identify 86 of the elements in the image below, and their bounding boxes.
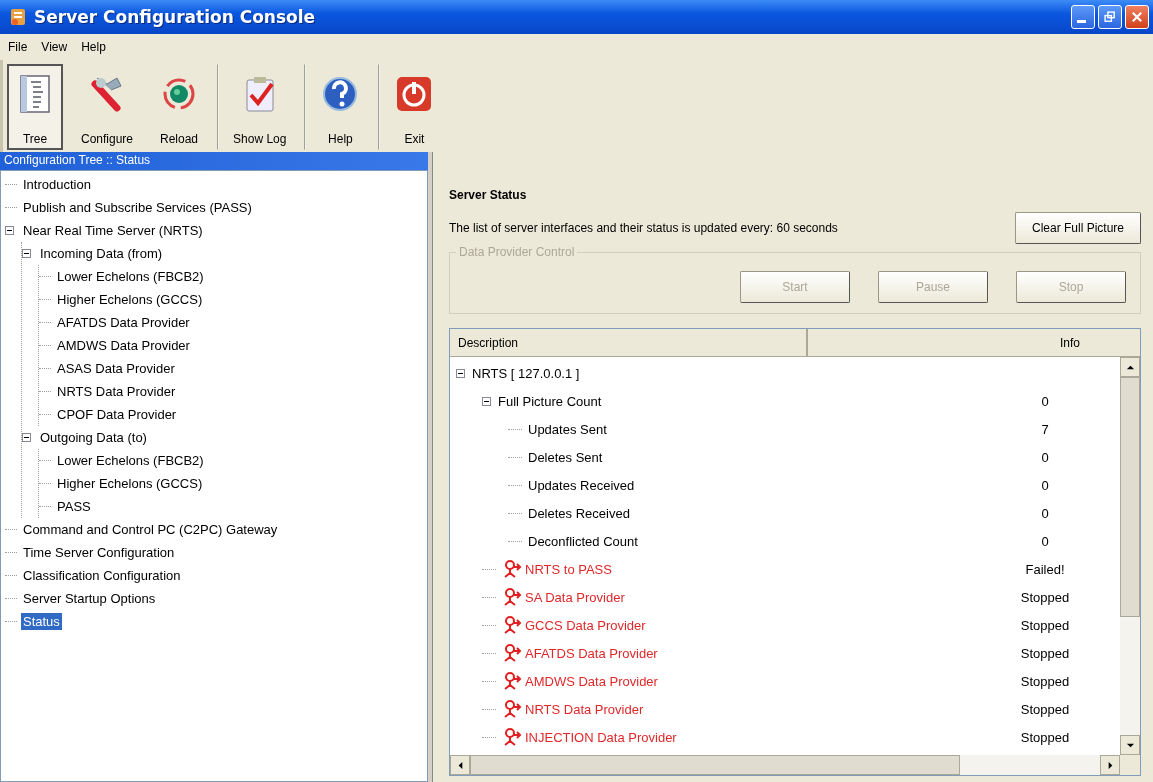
tree-item[interactable]: Status [21, 613, 62, 630]
restore-icon [1103, 10, 1117, 24]
collapse-icon[interactable] [22, 433, 31, 442]
list-item[interactable]: Deletes Sent [528, 449, 603, 465]
clear-full-picture-button[interactable]: Clear Full Picture [1014, 212, 1141, 244]
tree-item[interactable]: Introduction [21, 176, 93, 193]
app-icon [8, 7, 28, 27]
group-title: Data Provider Control [456, 245, 578, 259]
tree-item[interactable]: NRTS Data Provider [55, 383, 178, 400]
menu-item[interactable]: View [41, 40, 68, 54]
update-interval-text: The list of server interfaces and their status is updated every: 60 seconds [449, 221, 838, 235]
list-item[interactable]: SA Data Provider [525, 589, 625, 605]
info-value: Stopped [1020, 645, 1070, 661]
toolbar-button[interactable]: Tree [7, 64, 63, 150]
list-item[interactable]: NRTS [ 127.0.0.1 ] [472, 365, 580, 381]
tree-item[interactable]: Lower Echelons (FBCB2) [55, 268, 206, 285]
info-value: 0 [1041, 477, 1049, 493]
info-value: 0 [1041, 533, 1049, 549]
info-value: 0 [1041, 505, 1049, 521]
list-item[interactable]: Full Picture Count [498, 393, 602, 409]
toolbar-button[interactable]: Reload [151, 64, 208, 150]
column-header[interactable]: Info [808, 329, 1140, 356]
horizontal-scrollbar[interactable] [450, 755, 1140, 775]
tree-item[interactable]: ASAS Data Provider [55, 360, 177, 377]
tree-item[interactable]: Incoming Data (from) [38, 245, 165, 262]
tree-item[interactable]: Near Real Time Server (NRTS) [21, 222, 205, 239]
minimize-icon [1076, 19, 1086, 23]
tree-item[interactable]: Classification Configuration [21, 567, 183, 584]
tree-item[interactable]: AMDWS Data Provider [55, 337, 192, 354]
section-heading: Server Status [449, 188, 528, 202]
collapse-icon[interactable] [5, 226, 14, 235]
toolbar-button[interactable]: Help [304, 64, 369, 150]
collapse-icon[interactable] [22, 249, 31, 258]
alert-user-icon [502, 643, 522, 663]
tree-item[interactable]: Higher Echelons (GCCS) [55, 475, 205, 492]
vertical-scrollbar[interactable] [1120, 357, 1140, 755]
tree-item[interactable]: Higher Echelons (GCCS) [55, 291, 205, 308]
info-value: Stopped [1020, 589, 1070, 605]
close-icon [1130, 10, 1144, 24]
tree-item[interactable]: Lower Echelons (FBCB2) [55, 452, 206, 469]
list-item[interactable]: AMDWS Data Provider [525, 673, 658, 689]
menu-item[interactable]: File [8, 40, 28, 54]
info-value: Failed! [1025, 561, 1065, 577]
list-item[interactable]: Updates Received [528, 477, 635, 493]
minimize-button[interactable] [1071, 5, 1095, 29]
list-item[interactable]: Updates Sent [528, 421, 607, 437]
tree-item[interactable]: CPOF Data Provider [55, 406, 179, 423]
toolbar-button[interactable]: Show Log [217, 64, 295, 150]
toolbar-button[interactable]: Exit [378, 64, 443, 150]
info-value: Stopped [1020, 729, 1070, 745]
alert-user-icon [502, 559, 522, 579]
column-header[interactable]: Description [450, 329, 808, 356]
toolbar-button[interactable]: Configure [73, 64, 142, 150]
info-value: Stopped [1020, 701, 1070, 717]
panel-header: Configuration Tree :: Status [0, 152, 428, 170]
list-item[interactable]: Deletes Received [528, 505, 630, 521]
close-button[interactable] [1125, 5, 1149, 29]
list-item[interactable]: GCCS Data Provider [525, 617, 646, 633]
info-value: 0 [1041, 393, 1049, 409]
list-item[interactable]: NRTS to PASS [525, 561, 612, 577]
alert-user-icon [502, 727, 522, 747]
list-item[interactable]: INJECTION Data Provider [525, 729, 677, 745]
alert-user-icon [502, 671, 522, 691]
alert-user-icon [502, 587, 522, 607]
list-item[interactable]: AFATDS Data Provider [525, 645, 658, 661]
info-value: Stopped [1020, 673, 1070, 689]
list-item[interactable]: Deconflicted Count [528, 533, 638, 549]
tree-item[interactable]: Outgoing Data (to) [38, 429, 149, 446]
collapse-icon[interactable] [482, 396, 491, 406]
info-value: 0 [1041, 449, 1049, 465]
tree-item[interactable]: Publish and Subscribe Services (PASS) [21, 199, 254, 216]
tree-item[interactable]: Time Server Configuration [21, 544, 177, 561]
tree-item[interactable]: AFATDS Data Provider [55, 314, 192, 331]
menu-item[interactable]: Help [81, 40, 106, 54]
info-value: Stopped [1020, 617, 1070, 633]
scrollbar-corner [1120, 755, 1140, 775]
list-item[interactable]: NRTS Data Provider [525, 701, 644, 717]
tree-item[interactable]: Command and Control PC (C2PC) Gateway [21, 521, 280, 538]
collapse-icon[interactable] [456, 368, 465, 378]
tree-item[interactable]: Server Startup Options [21, 590, 158, 607]
info-value: 7 [1041, 421, 1049, 437]
alert-user-icon [502, 699, 522, 719]
alert-user-icon [502, 615, 522, 635]
window-title: Server Configuration Console [34, 7, 317, 27]
tree-item[interactable]: PASS [55, 498, 93, 515]
restore-button[interactable] [1098, 5, 1122, 29]
